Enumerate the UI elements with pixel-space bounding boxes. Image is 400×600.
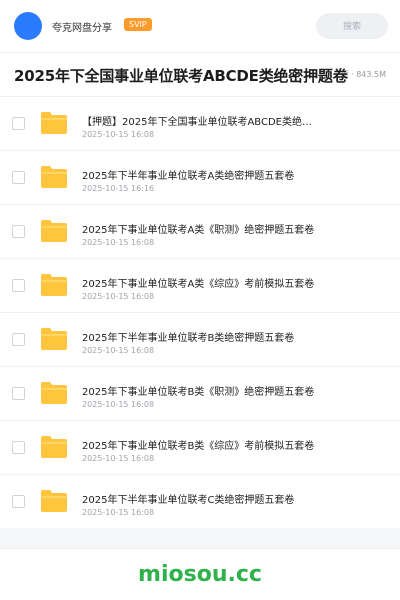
file-row[interactable]: 2025年下半年事业单位联考B类绝密押题五套卷 2025-10-15 16:08 (0, 312, 400, 366)
row-checkbox[interactable] (12, 495, 25, 508)
file-name: 2025年下事业单位联考B类《职测》绝密押题五套卷 (82, 387, 315, 398)
watermark: miosou.cc (138, 562, 262, 587)
file-list: 【押题】2025年下全国事业单位联考ABCDE类绝… 2025-10-15 16:… (0, 96, 400, 528)
file-name: 2025年下半年事业单位联考C类绝密押题五套卷 (82, 495, 295, 506)
folder-icon (40, 273, 68, 297)
app-header: 夸克网盘分享 SVIP 搜索 (0, 0, 400, 52)
file-row[interactable]: 【押题】2025年下全国事业单位联考ABCDE类绝… 2025-10-15 16:… (0, 96, 400, 150)
folder-icon (40, 489, 68, 513)
search-button[interactable]: 搜索 (316, 13, 388, 39)
file-name: 2025年下事业单位联考B类《综应》考前模拟五套卷 (82, 441, 315, 452)
file-name: 2025年下事业单位联考A类《综应》考前模拟五套卷 (82, 279, 315, 290)
file-date: 2025-10-15 16:08 (82, 130, 155, 139)
row-checkbox[interactable] (12, 333, 25, 346)
file-row[interactable]: 2025年下半年事业单位联考A类绝密押题五套卷 2025-10-15 16:16 (0, 150, 400, 204)
row-checkbox[interactable] (12, 171, 25, 184)
file-date: 2025-10-15 16:08 (82, 292, 155, 301)
row-checkbox[interactable] (12, 225, 25, 238)
file-name: 2025年下半年事业单位联考A类绝密押题五套卷 (82, 171, 295, 182)
file-date: 2025-10-15 16:08 (82, 400, 155, 409)
page-title: 2025年下全国事业单位联考ABCDE类绝密押题卷 (14, 67, 348, 85)
brand-name: 夸克网盘分享 (52, 23, 112, 34)
file-date: 2025-10-15 16:08 (82, 454, 155, 463)
folder-icon (40, 165, 68, 189)
row-checkbox[interactable] (12, 117, 25, 130)
file-row[interactable]: 2025年下事业单位联考B类《职测》绝密押题五套卷 2025-10-15 16:0… (0, 366, 400, 420)
file-row[interactable]: 2025年下事业单位联考B类《综应》考前模拟五套卷 2025-10-15 16:0… (0, 420, 400, 474)
file-name: 2025年下事业单位联考A类《职测》绝密押题五套卷 (82, 225, 315, 236)
folder-icon (40, 435, 68, 459)
file-row[interactable]: 2025年下事业单位联考A类《综应》考前模拟五套卷 2025-10-15 16:0… (0, 258, 400, 312)
row-checkbox[interactable] (12, 387, 25, 400)
file-date: 2025-10-15 16:08 (82, 346, 155, 355)
file-date: 2025-10-15 16:08 (82, 508, 155, 517)
folder-icon (40, 381, 68, 405)
svip-badge: SVIP (124, 18, 152, 31)
row-checkbox[interactable] (12, 441, 25, 454)
file-name: 【押题】2025年下全国事业单位联考ABCDE类绝… (82, 117, 312, 128)
file-date: 2025-10-15 16:16 (82, 184, 155, 193)
file-date: 2025-10-15 16:08 (82, 238, 155, 247)
file-name: 2025年下半年事业单位联考B类绝密押题五套卷 (82, 333, 295, 344)
file-row[interactable]: 2025年下半年事业单位联考C类绝密押题五套卷 2025-10-15 16:08 (0, 474, 400, 528)
row-checkbox[interactable] (12, 279, 25, 292)
file-row[interactable]: 2025年下事业单位联考A类《职测》绝密押题五套卷 2025-10-15 16:0… (0, 204, 400, 258)
folder-icon (40, 327, 68, 351)
share-title-bar: 项 · 843.5M 2025年下全国事业单位联考ABCDE类绝密押题卷 (0, 52, 400, 96)
folder-icon (40, 111, 68, 135)
avatar[interactable] (14, 12, 42, 40)
folder-icon (40, 219, 68, 243)
